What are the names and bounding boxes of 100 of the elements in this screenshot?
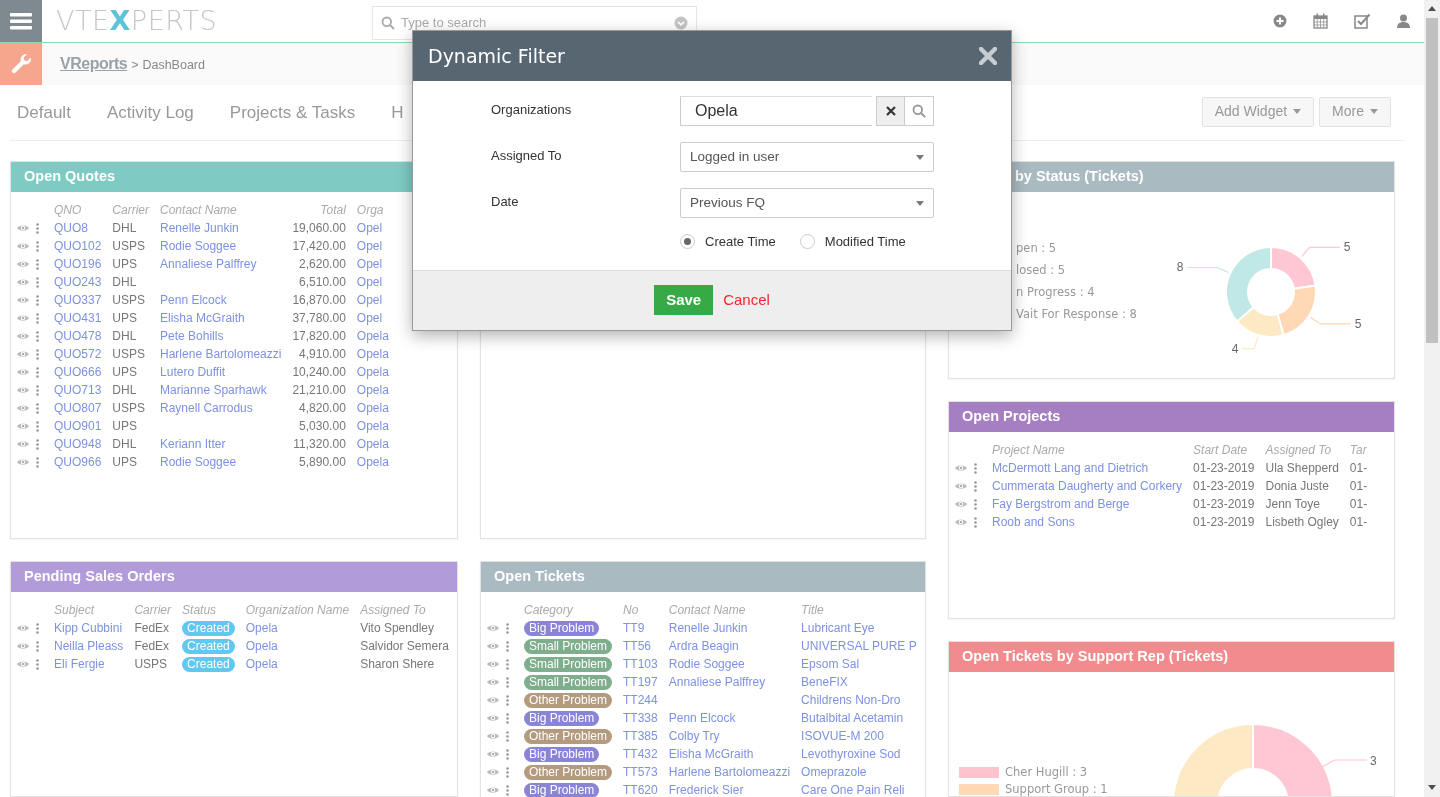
eye-icon[interactable] — [487, 642, 499, 650]
eye-icon[interactable] — [17, 642, 29, 650]
eye-icon[interactable] — [487, 678, 499, 686]
table-link[interactable]: BeneFIX — [801, 675, 848, 689]
table-link[interactable]: Colby Try — [668, 729, 720, 743]
table-link[interactable]: Opela — [356, 437, 389, 451]
table-link[interactable]: Opel — [356, 257, 383, 271]
table-link[interactable]: QUO8 — [54, 221, 88, 235]
table-link[interactable]: QUO948 — [54, 437, 102, 451]
more-options-icon[interactable] — [506, 676, 509, 688]
menu-icon[interactable] — [10, 12, 32, 30]
settings-button[interactable] — [0, 43, 42, 85]
table-link[interactable]: Opela — [356, 401, 389, 415]
table-link[interactable]: UNIVERSAL PURE P — [801, 639, 917, 653]
table-link[interactable]: QUO713 — [54, 383, 102, 397]
more-options-icon[interactable] — [506, 766, 509, 778]
table-link[interactable]: TT56 — [623, 639, 652, 653]
eye-icon[interactable] — [17, 440, 29, 448]
table-link[interactable]: Frederick Sier — [668, 783, 744, 797]
more-options-icon[interactable] — [36, 366, 39, 378]
table-link[interactable]: QUO243 — [54, 275, 102, 289]
table-link[interactable]: Raynell Carrodus — [160, 401, 253, 415]
table-link[interactable]: Opela — [356, 383, 389, 397]
more-options-icon[interactable] — [36, 640, 39, 652]
logo-text[interactable]: VTEXPERTS — [42, 0, 372, 42]
dashboard-tab[interactable]: Projects & Tasks — [229, 99, 356, 126]
eye-icon[interactable] — [17, 260, 29, 268]
table-link[interactable]: QUO666 — [54, 365, 102, 379]
table-link[interactable]: Childrens Non-Dro — [801, 693, 901, 707]
more-options-icon[interactable] — [506, 640, 509, 652]
table-link[interactable]: Ardra Beagin — [668, 639, 739, 653]
dropdown-button[interactable]: Add Widget — [1201, 96, 1315, 127]
table-link[interactable]: Penn Elcock — [668, 711, 736, 725]
table-link[interactable]: TT432 — [623, 747, 658, 761]
lookup-field[interactable]: Opela — [680, 96, 872, 126]
eye-icon[interactable] — [17, 242, 29, 250]
table-link[interactable]: QUO337 — [54, 293, 102, 307]
table-link[interactable]: QUO196 — [54, 257, 102, 271]
eye-icon[interactable] — [487, 768, 499, 776]
table-link[interactable]: QUO901 — [54, 419, 102, 433]
table-link[interactable]: Harlene Bartolomeazzi — [160, 347, 282, 361]
table-link[interactable]: Rodie Soggee — [668, 657, 745, 671]
table-link[interactable]: QUO102 — [54, 239, 102, 253]
table-link[interactable]: QUO807 — [54, 401, 102, 415]
table-link[interactable]: ISOVUE-M 200 — [801, 729, 884, 743]
breadcrumb-link[interactable]: VReports — [60, 52, 128, 76]
more-options-icon[interactable] — [974, 498, 977, 510]
eye-icon[interactable] — [17, 386, 29, 394]
table-link[interactable]: Lubricant Eye — [801, 621, 875, 635]
more-options-icon[interactable] — [506, 748, 509, 760]
eye-icon[interactable] — [17, 296, 29, 304]
table-link[interactable]: QUO431 — [54, 311, 102, 325]
table-link[interactable]: TT197 — [623, 675, 658, 689]
more-options-icon[interactable] — [506, 622, 509, 634]
more-options-icon[interactable] — [36, 258, 39, 270]
eye-icon[interactable] — [487, 750, 499, 758]
more-options-icon[interactable] — [36, 276, 39, 288]
table-link[interactable]: Opela — [356, 455, 389, 469]
eye-icon[interactable] — [17, 278, 29, 286]
table-link[interactable]: Kipp Cubbini — [54, 621, 123, 635]
table-link[interactable]: TT620 — [623, 783, 658, 797]
eye-icon[interactable] — [955, 518, 967, 526]
checkbox-icon[interactable] — [1354, 13, 1371, 29]
clear-button[interactable] — [876, 96, 905, 126]
more-options-icon[interactable] — [36, 402, 39, 414]
more-options-icon[interactable] — [36, 622, 39, 634]
table-link[interactable]: Levothyroxine Sod — [801, 747, 901, 761]
eye-icon[interactable] — [487, 696, 499, 704]
eye-icon[interactable] — [17, 350, 29, 358]
more-options-icon[interactable] — [36, 658, 39, 670]
wrench-icon[interactable] — [10, 53, 32, 75]
table-link[interactable]: Opela — [356, 419, 389, 433]
eye-icon[interactable] — [487, 714, 499, 722]
eye-icon[interactable] — [17, 224, 29, 232]
table-link[interactable]: TT573 — [623, 765, 658, 779]
table-link[interactable]: Marianne Sparhawk — [160, 383, 267, 397]
table-link[interactable]: Rodie Soggee — [160, 239, 237, 253]
table-link[interactable]: Opela — [245, 657, 278, 671]
table-link[interactable]: Opel — [356, 275, 383, 289]
table-link[interactable]: Lutero Duffit — [160, 365, 226, 379]
eye-icon[interactable] — [955, 464, 967, 472]
more-options-icon[interactable] — [506, 712, 509, 724]
table-link[interactable]: Annaliese Palffrey — [668, 675, 766, 689]
table-link[interactable]: TT103 — [623, 657, 658, 671]
table-link[interactable]: Opela — [245, 621, 278, 635]
eye-icon[interactable] — [955, 500, 967, 508]
more-options-icon[interactable] — [36, 222, 39, 234]
more-options-icon[interactable] — [36, 384, 39, 396]
eye-icon[interactable] — [487, 660, 499, 668]
table-link[interactable]: TT9 — [623, 621, 645, 635]
eye-icon[interactable] — [955, 482, 967, 490]
user-icon[interactable] — [1397, 14, 1410, 28]
eye-icon[interactable] — [487, 624, 499, 632]
dropdown-button[interactable]: More — [1319, 96, 1391, 127]
table-link[interactable]: Fay Bergstrom and Berge — [992, 497, 1130, 511]
table-link[interactable]: Care One Pain Reli — [801, 783, 905, 797]
more-options-icon[interactable] — [36, 240, 39, 252]
eye-icon[interactable] — [487, 732, 499, 740]
more-options-icon[interactable] — [506, 694, 509, 706]
more-options-icon[interactable] — [506, 784, 509, 796]
